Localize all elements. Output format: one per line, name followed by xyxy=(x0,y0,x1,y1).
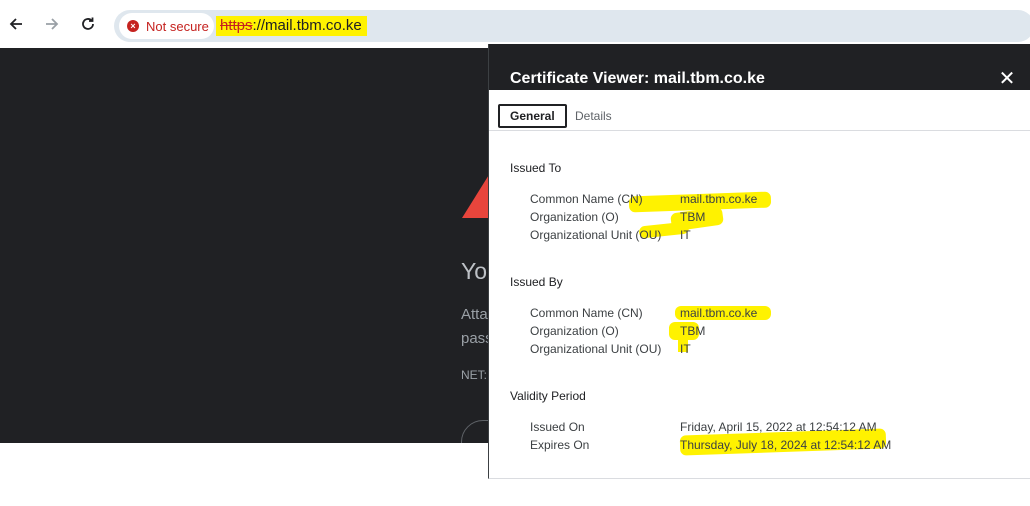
expires-on-label: Expires On xyxy=(530,438,590,452)
url-host: ://mail.tbm.co.ke xyxy=(252,17,362,34)
issued-to-org-value: TBM xyxy=(680,210,706,224)
issued-by-ou-value: IT xyxy=(680,342,691,356)
url-text[interactable]: https://mail.tbm.co.ke xyxy=(216,16,367,36)
error-code: NET:: xyxy=(461,368,489,382)
issued-by-org-value: TBM xyxy=(680,324,706,338)
reload-button[interactable] xyxy=(74,10,102,38)
dialog-tabs: General Details xyxy=(489,90,1030,131)
interstitial-heading: Yo xyxy=(461,258,488,284)
forward-button[interactable] xyxy=(38,10,66,38)
browser-toolbar: × Not secure https://mail.tbm.co.ke xyxy=(0,0,1030,48)
interstitial-text-line1: Atta xyxy=(461,306,488,323)
tab-details[interactable]: Details xyxy=(565,104,622,128)
close-button[interactable]: ✕ xyxy=(995,66,1019,90)
dialog-title: Certificate Viewer: mail.tbm.co.ke xyxy=(510,70,765,87)
issued-by-cn-label: Common Name (CN) xyxy=(530,306,643,320)
security-chip-label: Not secure xyxy=(146,18,209,34)
close-icon: ✕ xyxy=(998,67,1016,90)
warning-triangle-icon xyxy=(462,170,489,218)
issued-on-value: Friday, April 15, 2022 at 12:54:12 AM xyxy=(680,420,877,434)
issued-to-cn-value: mail.tbm.co.ke xyxy=(680,192,758,206)
arrow-right-icon xyxy=(46,18,59,30)
reload-icon xyxy=(82,17,94,30)
not-secure-icon: × xyxy=(127,20,139,32)
address-bar[interactable]: × Not secure https://mail.tbm.co.ke xyxy=(114,10,1030,42)
issued-by-heading: Issued By xyxy=(510,275,563,289)
dialog-header: Certificate Viewer: mail.tbm.co.ke ✕ xyxy=(489,44,1030,90)
expires-on-value: Thursday, July 18, 2024 at 12:54:12 AM xyxy=(680,438,892,452)
advanced-button[interactable] xyxy=(461,420,489,443)
validity-heading: Validity Period xyxy=(510,389,586,403)
arrow-left-icon xyxy=(9,18,22,30)
security-interstitial-page: Yo Atta pass NET:: xyxy=(0,48,489,443)
issued-to-ou-value: IT xyxy=(680,228,691,242)
certificate-viewer-dialog: Certificate Viewer: mail.tbm.co.ke ✕ Gen… xyxy=(488,44,1030,479)
issued-on-label: Issued On xyxy=(530,420,585,434)
back-button[interactable] xyxy=(2,10,30,38)
url-scheme: https xyxy=(220,17,253,34)
issued-by-ou-label: Organizational Unit (OU) xyxy=(530,342,662,356)
security-chip[interactable]: × Not secure xyxy=(119,13,214,39)
issued-by-cn-value: mail.tbm.co.ke xyxy=(680,306,758,320)
issued-to-heading: Issued To xyxy=(510,161,562,175)
interstitial-text-line2: pass xyxy=(461,330,489,347)
issued-by-org-label: Organization (O) xyxy=(530,324,619,338)
tab-general[interactable]: General xyxy=(498,104,567,128)
issued-to-org-label: Organization (O) xyxy=(530,210,619,224)
issued-to-ou-label: Organizational Unit (OU) xyxy=(530,228,662,242)
issued-to-cn-label: Common Name (CN) xyxy=(530,192,643,206)
